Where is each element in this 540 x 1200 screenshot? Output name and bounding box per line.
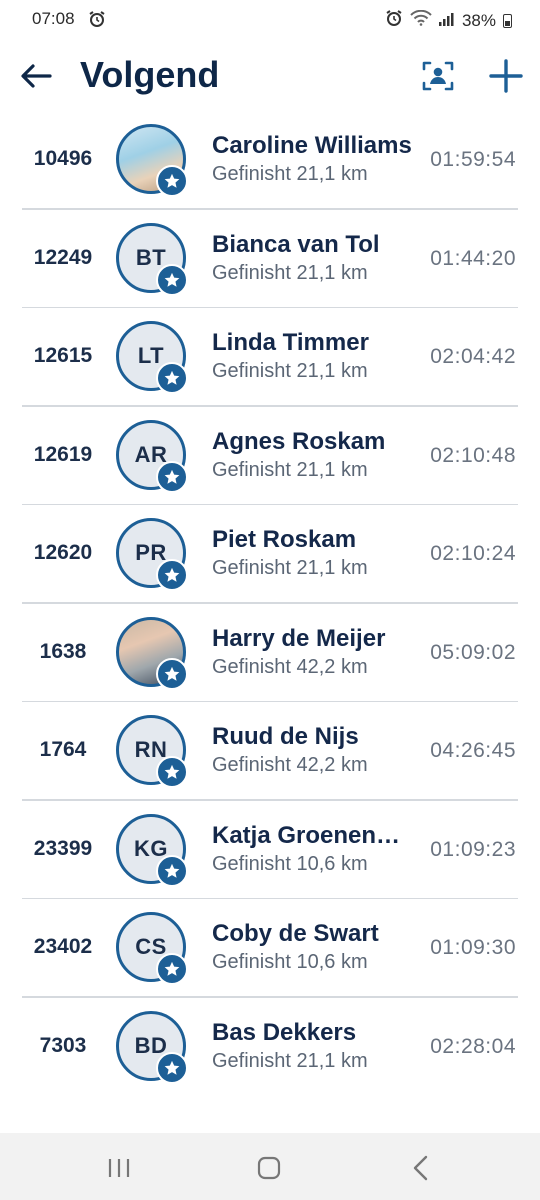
app-header: Volgend (0, 44, 540, 108)
list-item[interactable]: 12249 BT Bianca van Tol Gefinisht 21,1 km 01… (0, 210, 540, 308)
list-item[interactable]: 23402 CS Coby de Swart Gefinisht 10,6 km 01:… (0, 899, 540, 998)
page-title: Volgend (80, 54, 220, 95)
plus-icon[interactable] (486, 56, 526, 96)
star-icon (156, 559, 188, 591)
bib-number: 1764 (39, 738, 87, 761)
bib-number: 12620 (33, 541, 93, 564)
finish-status: Gefinisht 21,1 km (212, 261, 368, 284)
avatar-initials: LT (137, 343, 165, 368)
bib-number: 23402 (33, 935, 93, 958)
finish-status: Gefinisht 21,1 km (212, 458, 368, 481)
star-icon (156, 854, 188, 887)
finish-time: 01:09:30 (430, 936, 516, 959)
runner-name: Linda Timmer (212, 329, 369, 356)
star-icon (156, 953, 188, 985)
finish-status: Gefinisht 10,6 km (212, 852, 368, 875)
finish-time: 01:59:54 (430, 148, 516, 171)
runner-name: Harry de Meijer (212, 624, 386, 652)
star-icon (156, 756, 188, 788)
star-icon (156, 1051, 188, 1084)
runner-name: Bianca van Tol (212, 230, 380, 258)
status-bar: 07:08 38% (0, 0, 540, 38)
finish-time: 02:28:04 (430, 1034, 516, 1058)
list-item[interactable]: 10496 Caroline Williams Gefinisht 21,1 km 0… (0, 111, 540, 210)
alarm-icon (88, 10, 106, 33)
wifi-icon (410, 9, 432, 31)
finish-time: 02:10:24 (430, 542, 516, 565)
system-nav-bar (0, 1133, 540, 1200)
battery-percent: 38% (461, 10, 496, 30)
arrow-left-icon[interactable] (18, 58, 54, 94)
bib-number: 10496 (33, 147, 93, 170)
bib-number: 1638 (39, 639, 87, 663)
star-icon (156, 165, 188, 197)
runner-name: Piet Roskam (212, 526, 357, 553)
finish-status: Gefinisht 21,1 km (212, 163, 368, 185)
runner-name: Caroline Williams (212, 132, 412, 159)
bib-number: 7303 (39, 1033, 87, 1057)
star-icon (156, 460, 188, 493)
status-time: 07:08 (32, 9, 75, 28)
list-item[interactable]: 12615 LT Linda Timmer Gefinisht 21,1 km 02:0… (0, 308, 540, 407)
alarm-icon (385, 9, 403, 32)
list-item[interactable]: 1638 Harry de Meijer Gefinisht 42,2 km 05:0… (0, 604, 540, 702)
list-item[interactable]: 23399 KG Katja Groenendijk Gefinisht 10,6 k… (0, 801, 540, 899)
signal-icon (438, 11, 455, 31)
recents-icon[interactable] (106, 1155, 132, 1181)
finish-time: 02:10:48 (430, 443, 516, 467)
runner-name: Agnes Roskam (212, 427, 386, 455)
list-item[interactable]: 12619 AR Agnes Roskam Gefinisht 21,1 km 02:1… (0, 407, 540, 505)
finish-time: 01:44:20 (430, 246, 516, 270)
bib-number: 12619 (33, 442, 93, 466)
battery-icon (503, 13, 512, 28)
bib-number: 12615 (33, 344, 93, 367)
list-item[interactable]: 12620 PR Piet Roskam Gefinisht 21,1 km 02:10… (0, 505, 540, 604)
bib-number: 23399 (33, 836, 93, 860)
status-icons: 38% (385, 9, 512, 32)
runner-name: Katja Groenendijk (212, 821, 412, 849)
runner-name: Bas Dekkers (212, 1018, 357, 1046)
finish-time: 04:26:45 (430, 739, 516, 762)
followers-list: 10496 Caroline Williams Gefinisht 21,1 km 0… (0, 111, 540, 1096)
list-item[interactable]: 1764 RN Ruud de Nijs Gefinisht 42,2 km 04:26… (0, 702, 540, 801)
runner-name: Ruud de Nijs (212, 723, 359, 750)
finish-time: 05:09:02 (430, 640, 516, 664)
list-item[interactable]: 7303 BD Bas Dekkers Gefinisht 21,1 km 02:28:… (0, 998, 540, 1097)
finish-status: Gefinisht 21,1 km (212, 557, 368, 579)
finish-status: Gefinisht 10,6 km (212, 951, 368, 973)
scan-person-icon[interactable] (420, 58, 456, 94)
runner-name: Coby de Swart (212, 920, 379, 947)
home-icon[interactable] (256, 1155, 282, 1181)
bib-number: 12249 (33, 245, 93, 269)
star-icon (156, 657, 188, 690)
back-icon[interactable] (408, 1154, 434, 1182)
star-icon (156, 362, 188, 394)
finish-status: Gefinisht 21,1 km (212, 1049, 368, 1072)
finish-time: 02:04:42 (430, 345, 516, 368)
finish-status: Gefinisht 21,1 km (212, 360, 368, 382)
star-icon (156, 263, 188, 296)
finish-status: Gefinisht 42,2 km (212, 754, 368, 776)
finish-time: 01:09:23 (430, 837, 516, 861)
finish-status: Gefinisht 42,2 km (212, 655, 368, 678)
